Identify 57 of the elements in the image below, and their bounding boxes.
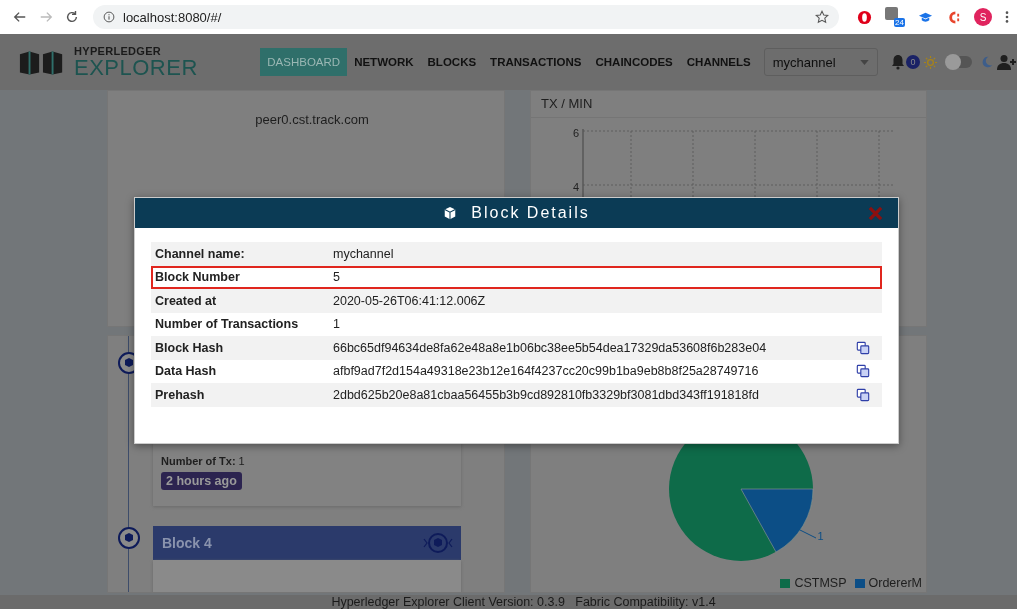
nav-tab[interactable]: BLOCKS (420, 48, 484, 76)
tx-count-text: Number of Tx: 1 (161, 455, 246, 467)
nav-tab[interactable]: DASHBOARD (260, 48, 348, 76)
field-value: 5 (333, 270, 341, 285)
extension-badge: 24 (894, 18, 905, 27)
nav-tab[interactable]: CHAINCODES (588, 48, 680, 76)
field-label: Block Number (155, 270, 241, 285)
axis-tick-label: 4 (573, 181, 580, 193)
back-icon[interactable] (13, 10, 27, 24)
copy-icon[interactable] (856, 387, 870, 402)
field-label: Created at (155, 293, 218, 308)
peer-name: peer0.cst.track.com (254, 112, 370, 127)
nav-tab[interactable]: CHANNELS (679, 48, 758, 76)
copy-icon[interactable] (856, 364, 870, 379)
field-label: Block Hash (155, 340, 225, 355)
url-text: localhost:8080/#/ (123, 9, 223, 25)
notification-badge: 0 (906, 55, 920, 69)
field-value: afbf9ad7f2d154a49318e23b12e164f4237cc20c99b1ba9eb8b8f25a28749716 (333, 364, 760, 379)
field-value: mychannel (333, 246, 395, 261)
block-title: Block 4 (162, 535, 212, 551)
field-value: 2dbd625b20e8a81cbaa56455b3b9cd892810fb3329bf3081dbd343ff191818fd (333, 387, 760, 402)
age-badge: 2 hours ago (161, 472, 242, 490)
logo-subtitle: EXPLORER (74, 56, 198, 79)
copy-icon[interactable] (856, 340, 870, 355)
field-label: Number of Transactions (155, 317, 300, 332)
legend-label: CSTMSP (794, 576, 847, 590)
caret-icon (860, 59, 869, 65)
block-icon (118, 527, 140, 549)
address-bar[interactable]: localhost:8080/#/ (93, 5, 839, 29)
add-user-icon[interactable] (997, 54, 1017, 70)
reload-icon[interactable] (65, 10, 79, 24)
c-logo-icon[interactable] (946, 9, 961, 25)
o-logo-icon[interactable] (857, 9, 872, 25)
field-value: 66bc65df94634de8fa62e48a8e1b06bc38ee5b54dea17329da53608f6b283e04 (333, 340, 768, 355)
chart-title: TX / MIN (531, 91, 926, 118)
axis-tick-label: 6 (573, 127, 580, 139)
dialog-title: Block Details (471, 204, 590, 222)
legend-label: OrdererM (868, 576, 922, 590)
nav-tab[interactable]: NETWORK (347, 48, 421, 76)
dark-mode-toggle[interactable] (946, 56, 972, 68)
field-value: 1 (333, 317, 341, 332)
nav-tab[interactable]: TRANSACTIONS (483, 48, 589, 76)
menu-icon[interactable] (1005, 10, 1009, 24)
bell-icon[interactable] (890, 54, 906, 70)
cube-icon (443, 206, 458, 220)
field-label: Channel name: (155, 246, 246, 261)
footer-text: Hyperledger Explorer Client Version: 0.3.9 Fabric Compatibility: v1.4 (0, 595, 1017, 609)
field-label: Data Hash (155, 364, 218, 379)
star-icon[interactable] (815, 10, 829, 24)
field-label: Prehash (155, 387, 206, 402)
profile-avatar[interactable]: S (974, 8, 992, 26)
logo-title: HYPERLEDGER (74, 45, 163, 57)
info-icon (103, 11, 115, 23)
block-icon (421, 532, 455, 554)
field-value: 2020-05-26T06:41:12.006Z (333, 293, 487, 308)
channel-select[interactable]: mychannel (763, 48, 878, 76)
slice-label: 1 (817, 530, 824, 542)
